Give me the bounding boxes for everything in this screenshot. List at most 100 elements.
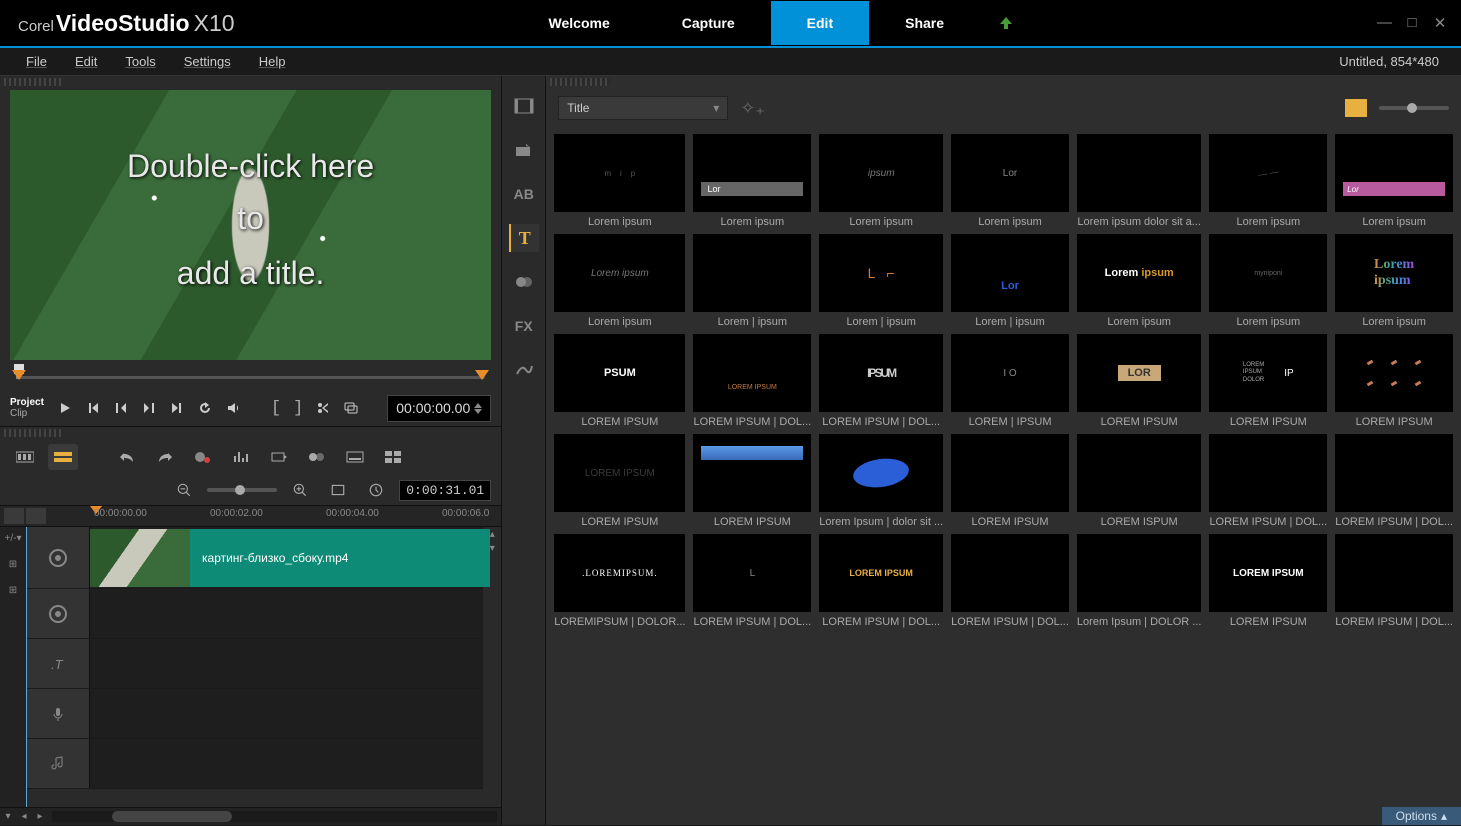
tc-up[interactable]	[474, 399, 482, 408]
title-preset-item[interactable]: ipsumLorem ipsum	[819, 134, 943, 228]
redo-button[interactable]	[150, 444, 180, 470]
thumbnail-view-button[interactable]	[1345, 99, 1367, 117]
audio-mixer-button[interactable]	[226, 444, 256, 470]
title-preset-item[interactable]: LOREM IPSUM	[693, 434, 811, 528]
title-preset-item[interactable]: LLOREM IPSUM | DOL...	[693, 534, 811, 628]
instant-project-button[interactable]	[264, 444, 294, 470]
lib-tab-transition[interactable]: AB	[509, 180, 539, 208]
record-button[interactable]	[188, 444, 218, 470]
go-end-button[interactable]	[166, 397, 188, 419]
lib-tab-path[interactable]	[509, 356, 539, 384]
video-track-head[interactable]	[26, 527, 90, 588]
play-mode-toggle[interactable]: Project Clip	[10, 397, 44, 419]
title-preset-item[interactable]: LOREM IPSUMLOREM IPSUM	[554, 434, 685, 528]
seek-bar[interactable]	[12, 366, 489, 386]
title-preset-item[interactable]: Lorem ipsumLorem ipsum	[554, 234, 685, 328]
next-frame-button[interactable]	[138, 397, 160, 419]
multicam-button[interactable]	[378, 444, 408, 470]
timeline-view-button[interactable]	[48, 444, 78, 470]
tab-edit[interactable]: Edit	[771, 1, 869, 45]
title-preset-item[interactable]: LorLorem | ipsum	[951, 234, 1069, 328]
menu-file[interactable]: File	[12, 50, 61, 73]
track-options-button[interactable]: +/-▾	[4, 533, 22, 547]
lib-tab-media[interactable]	[509, 92, 539, 120]
go-start-button[interactable]	[82, 397, 104, 419]
expand-toggle[interactable]: ▾	[0, 808, 16, 825]
title-preset-item[interactable]: LOREMIPSUMDOLORIPLOREM IPSUM	[1209, 334, 1327, 428]
subtitle-button[interactable]	[340, 444, 370, 470]
title-preset-item[interactable]: m i pLorem ipsum	[554, 134, 685, 228]
title-preset-item[interactable]: myniponiLorem ipsum	[1209, 234, 1327, 328]
hscroll-left[interactable]: ◂	[16, 808, 32, 825]
panel-grip[interactable]	[550, 78, 610, 86]
title-preset-item[interactable]: LOREM IPSUMLOREM IPSUM | DOL...	[819, 534, 943, 628]
snapshot-button[interactable]	[340, 397, 362, 419]
close-button[interactable]: ✕	[1433, 14, 1447, 32]
menu-settings[interactable]: Settings	[170, 50, 245, 73]
track-toggle-2[interactable]: ⊞	[4, 585, 22, 599]
tab-welcome[interactable]: Welcome	[513, 1, 646, 45]
overlay-track[interactable]	[90, 589, 483, 638]
title-preset-item[interactable]: LOREM IPSUM | DOL...	[951, 534, 1069, 628]
timeline-hscroll[interactable]	[52, 811, 497, 822]
title-preset-item[interactable]: Lorem Ipsum | dolor sit ...	[819, 434, 943, 528]
volume-button[interactable]	[222, 397, 244, 419]
overlay-track-head[interactable]	[26, 589, 90, 638]
options-panel-toggle[interactable]: Options▴	[1382, 807, 1461, 825]
title-preset-item[interactable]: Lorem Ipsum | DOLOR ...	[1077, 534, 1202, 628]
panel-grip[interactable]	[4, 429, 64, 437]
title-preset-item[interactable]: LORLOREM IPSUM	[1077, 334, 1202, 428]
title-preset-item[interactable]: LorLorem ipsum	[951, 134, 1069, 228]
zoom-slider[interactable]	[207, 488, 277, 492]
library-category-dropdown[interactable]: Title	[558, 96, 728, 120]
music-track-head[interactable]	[26, 739, 90, 788]
mark-out-handle[interactable]	[475, 370, 489, 387]
repeat-button[interactable]	[194, 397, 216, 419]
title-preset-item[interactable]: LOREM IPSUMLOREM IPSUM | DOL...	[693, 334, 811, 428]
upload-arrow-icon[interactable]	[998, 15, 1014, 31]
title-preset-item[interactable]: Lorem ipsumLorem ipsum	[1077, 234, 1202, 328]
maximize-button[interactable]: □	[1405, 14, 1419, 32]
lib-tab-title[interactable]: T	[509, 224, 539, 252]
playhead-line[interactable]	[26, 527, 27, 807]
undo-button[interactable]	[112, 444, 142, 470]
menu-edit[interactable]: Edit	[61, 50, 111, 73]
tab-share[interactable]: Share	[869, 1, 980, 45]
minimize-button[interactable]: —	[1377, 14, 1391, 32]
title-preset-item[interactable]: LOREM IPSUM | DOL...	[1335, 534, 1453, 628]
title-preset-item[interactable]: LoremipsumLorem ipsum	[1335, 234, 1453, 328]
ruler-btn-1[interactable]	[4, 508, 24, 524]
timeline-ruler[interactable]: 00:00:00.00 00:00:02.00 00:00:04.00 00:0…	[90, 506, 501, 526]
panel-grip[interactable]	[4, 78, 64, 86]
lib-tab-instant[interactable]	[509, 136, 539, 164]
prev-frame-button[interactable]	[110, 397, 132, 419]
favorite-add-icon[interactable]: ✧₊	[740, 98, 765, 119]
lib-tab-graphic[interactable]	[509, 268, 539, 296]
title-preset-item[interactable]: Lorem ipsum dolor sit a...	[1077, 134, 1202, 228]
title-preset-item[interactable]: LorLorem ipsum	[1335, 134, 1453, 228]
title-preset-item[interactable]: LOREM IPSUM	[1335, 334, 1453, 428]
hscroll-right[interactable]: ▸	[32, 808, 48, 825]
mark-in-button[interactable]: [	[268, 399, 284, 418]
title-preset-item[interactable]: Lorem | ipsum	[693, 234, 811, 328]
title-track[interactable]	[90, 639, 483, 688]
title-preset-item[interactable]: L ⌐Lorem | ipsum	[819, 234, 943, 328]
zoom-in-button[interactable]	[285, 477, 315, 503]
menu-help[interactable]: Help	[245, 50, 300, 73]
track-motion-button[interactable]	[302, 444, 332, 470]
voice-track-head[interactable]	[26, 689, 90, 738]
title-preset-item[interactable]: LOREM IPSUMLOREM IPSUM	[1209, 534, 1327, 628]
title-preset-item[interactable]: LorLorem ipsum	[693, 134, 811, 228]
tc-down[interactable]	[474, 409, 482, 418]
lib-tab-filter[interactable]: FX	[509, 312, 539, 340]
title-preset-item[interactable]: LOREM ISPUM	[1077, 434, 1202, 528]
video-clip[interactable]: картинг-близко_сбоку.mp4	[90, 529, 490, 587]
zoom-out-button[interactable]	[169, 477, 199, 503]
mark-in-handle[interactable]	[12, 370, 26, 387]
music-track[interactable]	[90, 739, 483, 788]
ruler-btn-2[interactable]	[26, 508, 46, 524]
preview-viewport[interactable]: Double-click here to add a title.	[10, 90, 491, 360]
title-preset-item[interactable]: LOREM IPSUM | DOL...	[1209, 434, 1327, 528]
split-clip-button[interactable]	[312, 397, 334, 419]
title-preset-item[interactable]: PSUMLOREM IPSUM	[554, 334, 685, 428]
